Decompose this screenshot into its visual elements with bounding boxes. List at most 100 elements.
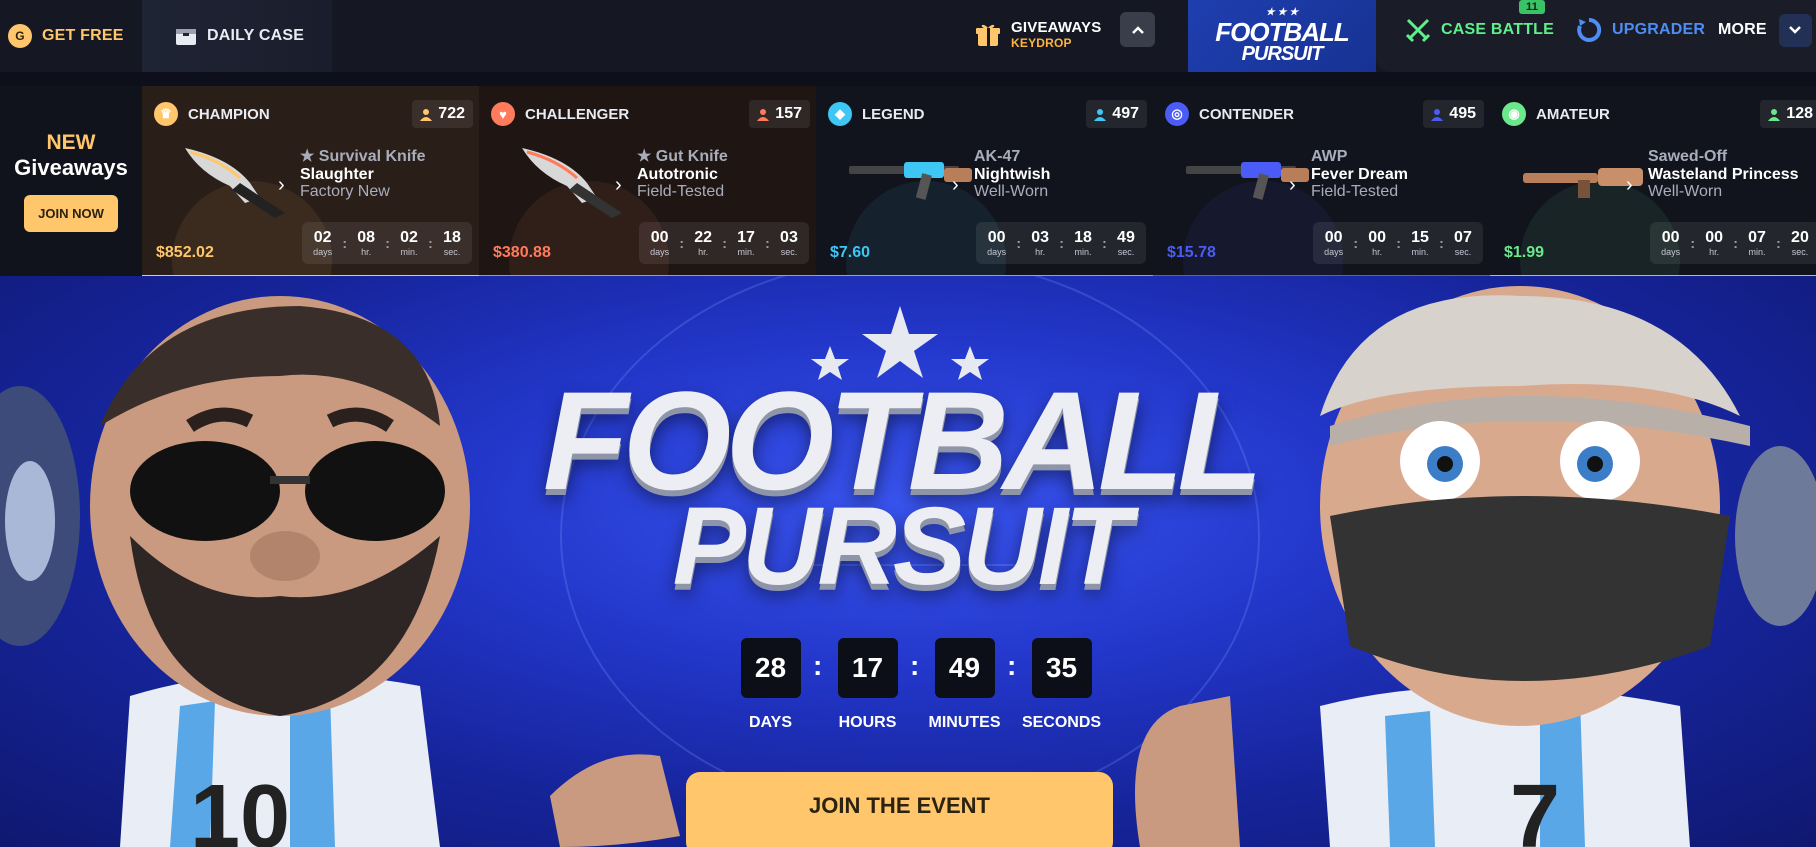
timer-hours-label: hr. <box>1035 246 1046 257</box>
giveaway-card-amateur[interactable]: ◉ AMATEUR 128 › Sawed-Off Wasteland Prin… <box>1490 86 1816 276</box>
upgrader-button[interactable]: UPGRADER <box>1576 0 1705 60</box>
chevron-right-icon: › <box>1289 174 1296 196</box>
countdown-days: 28 DAYS <box>722 638 819 732</box>
timer-separator: : <box>1439 235 1444 251</box>
chevron-right-icon: › <box>278 174 285 196</box>
countdown-separator: : <box>813 650 823 681</box>
tier-label: CHAMPION <box>188 105 270 123</box>
collapse-giveaways-button[interactable] <box>1120 12 1155 47</box>
item-skin: Slaughter <box>300 165 374 183</box>
timer-days-label: days <box>1324 246 1344 257</box>
giveaways-button[interactable]: GIVEAWAYS KEYDROP <box>975 10 1101 60</box>
timer-seconds-label: sec. <box>443 246 461 257</box>
timer-seconds-value: 18 <box>443 228 461 246</box>
user-icon <box>1431 108 1444 121</box>
tier-icon: ◉ <box>1502 102 1526 126</box>
timer-days-value: 00 <box>1661 228 1680 246</box>
chevron-right-icon: › <box>1626 174 1633 196</box>
item-price: $852.02 <box>156 244 214 261</box>
countdown-seconds-label: SECONDS <box>1021 714 1102 731</box>
giveaway-card-challenger[interactable]: ♥ CHALLENGER 157 › ★ Gut Knife Autotroni… <box>479 86 816 276</box>
timer-minutes-label: min. <box>1074 246 1092 257</box>
hero-event-title: FOOTBALL PURSUIT <box>520 371 1280 602</box>
timer-seconds: 20 sec. <box>1791 228 1809 257</box>
item-skin: Wasteland Princess <box>1648 165 1799 183</box>
item-weapon: AK-47 <box>974 148 1021 165</box>
timer-seconds-value: 03 <box>780 228 798 246</box>
card-timer: 00 days : 00 hr. : 15 min. : 07 sec. <box>1313 222 1483 264</box>
timer-minutes: 15 min. <box>1411 228 1429 257</box>
card-header: ♥ CHALLENGER <box>491 102 629 126</box>
giveaway-card-contender[interactable]: ◎ CONTENDER 495 › AWP Fever Dream Field-… <box>1153 86 1490 276</box>
timer-separator: : <box>1353 235 1359 251</box>
timer-minutes: 07 min. <box>1748 229 1766 257</box>
timer-minutes-value: 15 <box>1411 228 1429 246</box>
participants-count: 495 <box>1423 100 1484 128</box>
get-free-button[interactable]: G GET FREE <box>0 0 142 72</box>
user-icon <box>1768 108 1781 121</box>
timer-hours: 08 hr. <box>357 229 375 257</box>
case-battle-label: CASE BATTLE <box>1441 21 1555 38</box>
timer-minutes-label: min. <box>400 246 418 257</box>
timer-days-value: 00 <box>650 228 669 246</box>
timer-separator: : <box>1016 235 1022 251</box>
timer-hours-label: hr. <box>698 246 709 257</box>
giveaway-card-champion[interactable]: ♛ CHAMPION 722 › ★ Survival Knife Slaugh… <box>142 86 479 276</box>
user-icon <box>420 108 433 121</box>
get-free-label: GET FREE <box>42 27 124 44</box>
item-price: $15.78 <box>1167 244 1216 261</box>
timer-hours-value: 00 <box>1705 228 1724 246</box>
case-battle-count-badge: 11 <box>1519 0 1546 14</box>
timer-days: 02 days <box>313 229 332 257</box>
item-weapon: AWP <box>1311 148 1348 165</box>
item-price: $380.88 <box>493 244 551 261</box>
logo-line1: FOOTBALL <box>1215 16 1350 47</box>
timer-hours-label: hr. <box>361 246 372 257</box>
timer-days-label: days <box>650 246 670 257</box>
new-label: NEW <box>46 130 96 154</box>
item-wear: Well-Worn <box>1648 183 1723 201</box>
timer-seconds-value: 20 <box>1791 228 1809 246</box>
giveaway-card-legend[interactable]: ◆ LEGEND 497 › AK-47 Nightwish Well-Worn… <box>816 86 1153 276</box>
timer-hours: 03 hr. <box>1031 229 1049 257</box>
logo-line2: PURSUIT <box>1241 42 1324 65</box>
timer-hours-label: hr. <box>1709 246 1720 257</box>
timer-separator: : <box>1059 235 1064 251</box>
countdown-hours-label: HOURS <box>838 714 897 731</box>
item-name: ★ Survival Knife Slaughter Factory New <box>300 148 426 201</box>
tier-label: LEGEND <box>862 105 925 123</box>
item-wear: Well-Worn <box>974 183 1049 201</box>
more-menu-button[interactable]: MORE <box>1718 0 1812 60</box>
timer-separator: : <box>765 235 770 251</box>
timer-days-value: 00 <box>987 228 1006 246</box>
countdown-minutes-label: MINUTES <box>928 714 1001 731</box>
case-battle-button[interactable]: CASE BATTLE 11 <box>1405 0 1554 60</box>
chevron-right-icon: › <box>952 174 959 196</box>
item-skin: Fever Dream <box>1311 165 1408 183</box>
user-icon <box>757 108 770 121</box>
daily-case-label: DAILY CASE <box>207 27 305 44</box>
daily-case-button[interactable]: DAILY CASE <box>142 0 332 72</box>
join-now-button[interactable]: JOIN NOW <box>24 194 118 232</box>
participants-value: 157 <box>775 105 802 122</box>
timer-seconds: 49 sec. <box>1117 229 1135 257</box>
timer-hours: 22 hr. <box>694 229 712 257</box>
join-the-event-button[interactable]: JOIN THE EVENT <box>686 772 1113 847</box>
countdown-separator: : <box>910 650 920 681</box>
timer-minutes-label: min. <box>1411 246 1429 257</box>
item-name: AWP Fever Dream Field-Tested <box>1311 148 1408 201</box>
card-header: ◉ AMATEUR <box>1502 102 1610 126</box>
timer-seconds-label: sec. <box>1454 246 1472 257</box>
countdown-minutes: 49 MINUTES <box>916 638 1013 732</box>
timer-seconds-label: sec. <box>1117 246 1135 257</box>
svg-text:10: 10 <box>190 767 290 847</box>
timer-minutes-value: 02 <box>400 228 418 246</box>
timer-seconds-label: sec. <box>780 246 798 257</box>
football-pursuit-event-logo[interactable]: ★ ★ ★ FOOTBALL PURSUIT <box>1188 0 1376 72</box>
timer-separator: : <box>722 235 727 251</box>
timer-seconds-label: sec. <box>1791 246 1809 257</box>
card-timer: 02 days : 08 hr. : 02 min. : 18 sec. <box>302 222 472 264</box>
card-timer: 00 days : 00 hr. : 07 min. : 20 sec. <box>1650 222 1816 264</box>
tier-label: CONTENDER <box>1199 105 1295 123</box>
giveaways-heading: Giveaways <box>14 154 128 180</box>
